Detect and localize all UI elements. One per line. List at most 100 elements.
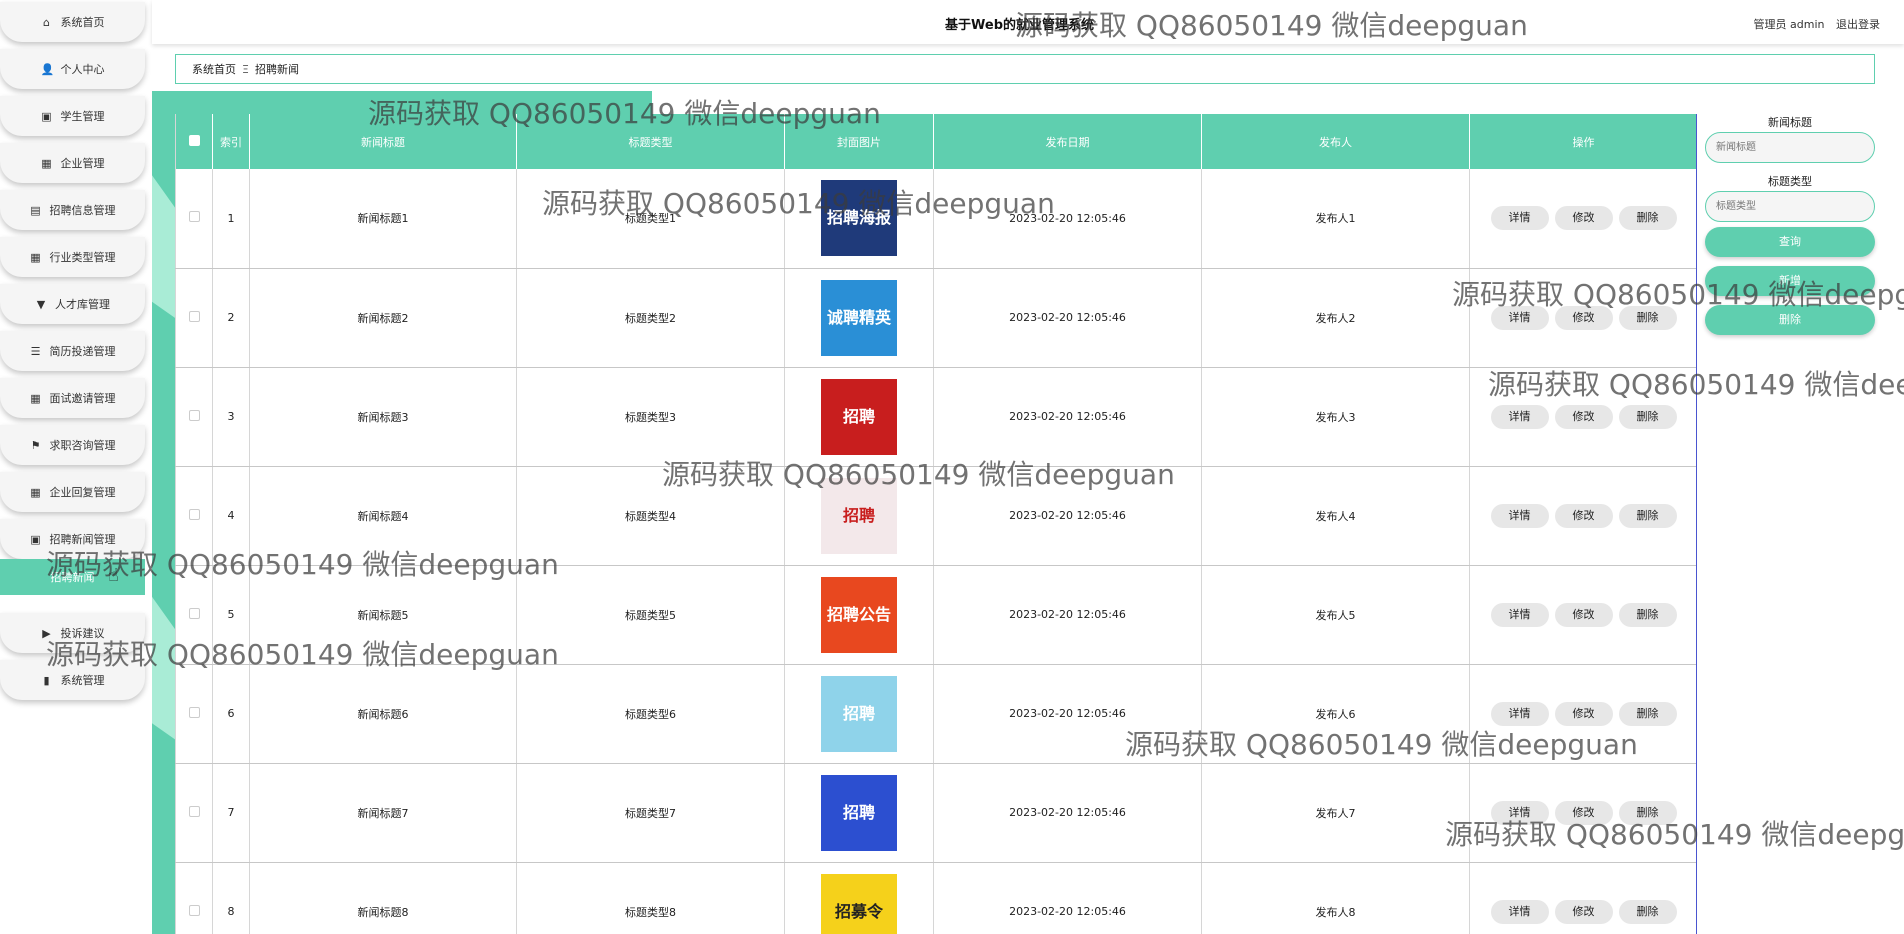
mouse-cursor-icon: ☝: [108, 565, 119, 586]
row-checkbox[interactable]: [188, 607, 200, 619]
cell-publisher: 发布人1: [1201, 169, 1470, 269]
cell-date: 2023-02-20 12:05:46: [933, 565, 1202, 665]
cell-publisher: 发布人7: [1201, 763, 1470, 863]
top-header: 基于Web的就业管理系统 管理员 admin 退出登录: [152, 0, 1904, 44]
cell-cover: 招聘: [784, 664, 934, 764]
cell-actions: 详情 修改 删除: [1469, 268, 1696, 368]
header-cover: 封面图片: [784, 114, 934, 169]
table-row: 4 新闻标题4 标题类型4 招聘 2023-02-20 12:05:46 发布人4 详情 修改…: [175, 466, 1696, 566]
edit-button[interactable]: 修改: [1554, 503, 1613, 528]
cell-cover: 招聘公告: [784, 565, 934, 665]
breadcrumb-home[interactable]: 系统首页: [192, 61, 236, 77]
cover-image[interactable]: 诚聘精英: [821, 279, 897, 356]
sidebar-item-4[interactable]: ▦ 企业管理: [0, 143, 145, 183]
cover-image-text: 招聘: [842, 505, 875, 525]
delete-button[interactable]: 删除: [1618, 899, 1677, 924]
clipboard-icon: ▣: [41, 109, 52, 123]
sidebar-item-14[interactable]: ▶ 投诉建议: [0, 613, 145, 653]
delete-button[interactable]: 删除: [1618, 503, 1677, 528]
cell-type: 标题类型7: [516, 763, 785, 863]
sidebar-item-3[interactable]: ▣ 学生管理: [0, 96, 145, 136]
cover-image[interactable]: 招聘公告: [821, 576, 897, 653]
sidebar-item-11[interactable]: ▦ 企业回复管理: [0, 472, 145, 512]
sidebar-item-label: 招聘新闻管理: [49, 533, 116, 546]
title-filter-input[interactable]: [1705, 132, 1875, 163]
cell-date: 2023-02-20 12:05:46: [933, 466, 1202, 566]
cover-image[interactable]: 招聘: [821, 675, 897, 752]
sidebar-item-2[interactable]: 👤 个人中心: [0, 49, 145, 89]
sidebar-item-5[interactable]: ▤ 招聘信息管理: [0, 190, 145, 230]
user-icon: 👤: [40, 62, 55, 76]
edit-button[interactable]: 修改: [1554, 305, 1613, 330]
row-checkbox[interactable]: [188, 211, 200, 223]
cover-image[interactable]: 招聘: [821, 774, 897, 851]
sidebar-item-13[interactable]: 招聘新闻: [0, 559, 145, 595]
row-checkbox[interactable]: [188, 706, 200, 718]
delete-button[interactable]: 删除: [1618, 305, 1677, 330]
cell-actions: 详情 修改 删除: [1469, 367, 1696, 467]
table-row: 5 新闻标题5 标题类型5 招聘公告 2023-02-20 12:05:46 发布人5 详情…: [175, 565, 1696, 665]
cell-cover: 招聘: [784, 763, 934, 863]
logout-link[interactable]: 退出登录: [1836, 18, 1880, 31]
header-date: 发布日期: [933, 114, 1202, 169]
delete-button[interactable]: 删除: [1618, 701, 1677, 726]
sidebar-item-7[interactable]: ▼ 人才库管理: [0, 284, 145, 324]
sidebar-item-8[interactable]: ☰ 简历投递管理: [0, 331, 145, 371]
edit-button[interactable]: 修改: [1554, 701, 1613, 726]
cell-title: 新闻标题4: [249, 466, 517, 566]
edit-button[interactable]: 修改: [1554, 404, 1613, 429]
detail-button[interactable]: 详情: [1490, 899, 1549, 924]
cell-title: 新闻标题7: [249, 763, 517, 863]
detail-button[interactable]: 详情: [1490, 206, 1549, 231]
cover-image[interactable]: 招聘: [821, 477, 897, 554]
edit-button[interactable]: 修改: [1554, 206, 1613, 231]
sidebar-item-6[interactable]: ▦ 行业类型管理: [0, 237, 145, 277]
edit-button[interactable]: 修改: [1554, 602, 1613, 627]
cover-image[interactable]: 招聘: [821, 378, 897, 455]
row-checkbox[interactable]: [188, 805, 200, 817]
row-checkbox[interactable]: [188, 409, 200, 421]
edit-button[interactable]: 修改: [1554, 800, 1613, 825]
query-button[interactable]: 查询: [1705, 227, 1875, 257]
home-icon: ⌂: [43, 15, 50, 29]
row-checkbox[interactable]: [188, 904, 200, 916]
cell-title: 新闻标题5: [249, 565, 517, 665]
batch-delete-button[interactable]: 删除: [1705, 305, 1875, 335]
sidebar-item-10[interactable]: ⚑ 求职咨询管理: [0, 425, 145, 465]
detail-button[interactable]: 详情: [1490, 305, 1549, 330]
sidebar-item-1[interactable]: ⌂ 系统首页: [0, 2, 145, 42]
table-row: 7 新闻标题7 标题类型7 招聘 2023-02-20 12:05:46 发布人7 详情 修改…: [175, 763, 1696, 863]
detail-button[interactable]: 详情: [1490, 404, 1549, 429]
row-select-cell: [175, 169, 213, 269]
breadcrumb-current: 招聘新闻: [254, 63, 299, 76]
cover-image[interactable]: 招募令: [821, 873, 897, 934]
row-checkbox[interactable]: [188, 310, 200, 322]
delete-button[interactable]: 删除: [1618, 602, 1677, 627]
cell-title: 新闻标题6: [249, 664, 517, 764]
sidebar-item-12[interactable]: ▣ 招聘新闻管理: [0, 519, 145, 559]
delete-button[interactable]: 删除: [1618, 206, 1677, 231]
grid-icon: ▦: [30, 391, 41, 405]
delete-button[interactable]: 删除: [1618, 800, 1677, 825]
edit-button[interactable]: 修改: [1554, 899, 1613, 924]
cell-cover: 诚聘精英: [784, 268, 934, 368]
delete-button[interactable]: 删除: [1618, 404, 1677, 429]
detail-button[interactable]: 详情: [1490, 503, 1549, 528]
detail-button[interactable]: 详情: [1490, 701, 1549, 726]
sidebar-item-label: 投诉建议: [60, 627, 105, 640]
sidebar-item-9[interactable]: ▦ 面试邀请管理: [0, 378, 145, 418]
detail-button[interactable]: 详情: [1490, 602, 1549, 627]
type-filter-input[interactable]: [1705, 191, 1875, 222]
detail-button[interactable]: 详情: [1490, 800, 1549, 825]
cell-date: 2023-02-20 12:05:46: [933, 664, 1202, 764]
select-all-cell: [175, 114, 213, 169]
row-checkbox[interactable]: [188, 508, 200, 520]
cell-publisher: 发布人8: [1201, 862, 1470, 934]
cell-actions: 详情 修改 删除: [1469, 862, 1696, 934]
cover-image[interactable]: 招聘海报: [821, 180, 897, 257]
cell-title: 新闻标题8: [249, 862, 517, 934]
select-all-checkbox[interactable]: [188, 134, 200, 146]
cell-cover: 招聘: [784, 367, 934, 467]
add-button[interactable]: 新增: [1705, 266, 1875, 296]
sidebar-item-15[interactable]: ▮ 系统管理: [0, 660, 145, 700]
